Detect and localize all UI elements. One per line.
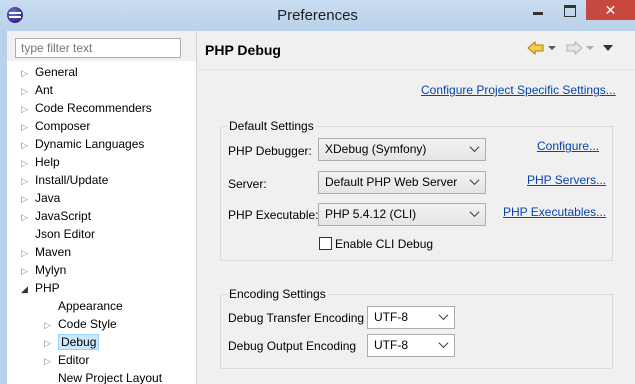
tree-item-new-project-layout[interactable]: New Project Layout bbox=[44, 369, 162, 384]
expand-icon[interactable]: ▷ bbox=[21, 64, 35, 82]
tree-item-help[interactable]: ▷ Help bbox=[21, 153, 60, 171]
expand-icon[interactable]: ▷ bbox=[21, 244, 35, 262]
expand-icon[interactable]: ▷ bbox=[21, 190, 35, 208]
configure-project-settings-link[interactable]: Configure Project Specific Settings... bbox=[421, 83, 616, 97]
back-arrow-icon[interactable] bbox=[527, 40, 545, 56]
expand-icon[interactable]: ▷ bbox=[21, 100, 35, 118]
chevron-down-icon bbox=[471, 178, 479, 186]
default-settings-title: Default Settings bbox=[227, 119, 316, 133]
expand-icon[interactable]: ▷ bbox=[44, 352, 58, 370]
encoding-settings-title: Encoding Settings bbox=[227, 287, 328, 301]
debug-transfer-encoding-value: UTF-8 bbox=[374, 310, 408, 324]
php-debugger-select[interactable]: XDebug (Symfony) bbox=[318, 138, 486, 161]
title-bar[interactable]: Preferences ✕ bbox=[0, 0, 635, 32]
tree-item-dynamic-languages[interactable]: ▷ Dynamic Languages bbox=[21, 135, 144, 153]
debug-output-encoding-value: UTF-8 bbox=[374, 338, 408, 352]
forward-arrow-icon[interactable] bbox=[565, 40, 583, 56]
enable-cli-debug-checkbox[interactable] bbox=[319, 237, 332, 250]
expand-icon[interactable]: ▷ bbox=[21, 82, 35, 100]
forward-history-dropdown-icon[interactable] bbox=[586, 46, 594, 50]
chevron-down-icon bbox=[471, 210, 479, 218]
collapse-icon[interactable]: ◢ bbox=[21, 280, 35, 298]
tree-item-debug[interactable]: ▷ Debug bbox=[44, 333, 100, 352]
php-executables-link[interactable]: PHP Executables... bbox=[503, 205, 606, 219]
page-title: PHP Debug bbox=[205, 42, 281, 58]
php-servers-link[interactable]: PHP Servers... bbox=[527, 173, 606, 187]
tree-item-composer[interactable]: ▷ Composer bbox=[21, 117, 90, 135]
expand-icon[interactable]: ▷ bbox=[21, 154, 35, 172]
pane-divider[interactable] bbox=[196, 31, 197, 384]
tree-item-maven[interactable]: ▷ Maven bbox=[21, 243, 71, 261]
configure-debugger-link[interactable]: Configure... bbox=[537, 139, 599, 153]
tree-item-php[interactable]: ◢ PHP bbox=[21, 279, 60, 297]
php-executable-value: PHP 5.4.12 (CLI) bbox=[325, 207, 417, 221]
debug-output-encoding-select[interactable]: UTF-8 bbox=[367, 334, 455, 357]
expand-icon[interactable]: ▷ bbox=[44, 334, 58, 352]
maximize-button[interactable] bbox=[556, 0, 584, 20]
chevron-down-icon bbox=[440, 341, 448, 349]
php-debugger-value: XDebug (Symfony) bbox=[325, 142, 427, 156]
preferences-tree[interactable]: ▷ General ▷ Ant ▷ Code Recommenders ▷ Compos… bbox=[7, 61, 196, 384]
header-separator bbox=[197, 69, 635, 70]
chevron-down-icon bbox=[440, 313, 448, 321]
expand-icon[interactable]: ▷ bbox=[21, 262, 35, 280]
server-label: Server: bbox=[228, 177, 267, 191]
tree-item-mylyn[interactable]: ▷ Mylyn bbox=[21, 261, 66, 279]
minimize-button[interactable] bbox=[524, 0, 554, 20]
expand-icon[interactable]: ▷ bbox=[21, 136, 35, 154]
tree-item-code-style[interactable]: ▷ Code Style bbox=[44, 315, 117, 333]
tree-item-javascript[interactable]: ▷ JavaScript bbox=[21, 207, 91, 225]
tree-item-general[interactable]: ▷ General bbox=[21, 63, 78, 81]
debug-transfer-encoding-label: Debug Transfer Encoding bbox=[228, 311, 365, 325]
preferences-dialog-body: ▷General ▷Ant ▷Code Recommenders ▷Compos… bbox=[7, 31, 635, 384]
debug-transfer-encoding-select[interactable]: UTF-8 bbox=[367, 306, 455, 329]
expand-icon[interactable]: ▷ bbox=[21, 118, 35, 136]
server-value: Default PHP Web Server bbox=[325, 175, 458, 189]
view-menu-icon[interactable] bbox=[603, 45, 613, 51]
expand-icon[interactable]: ▷ bbox=[44, 316, 58, 334]
tree-item-json-editor[interactable]: Json Editor bbox=[21, 225, 95, 243]
server-select[interactable]: Default PHP Web Server bbox=[318, 171, 486, 194]
enable-cli-debug-label[interactable]: Enable CLI Debug bbox=[335, 237, 433, 251]
expand-icon[interactable]: ▷ bbox=[21, 208, 35, 226]
tree-item-code-recommenders[interactable]: ▷ Code Recommenders bbox=[21, 99, 152, 117]
tree-item-ant[interactable]: ▷ Ant bbox=[21, 81, 53, 99]
close-button[interactable]: ✕ bbox=[586, 0, 635, 20]
chevron-down-icon bbox=[471, 145, 479, 153]
php-debugger-label: PHP Debugger: bbox=[228, 144, 312, 158]
php-executable-select[interactable]: PHP 5.4.12 (CLI) bbox=[318, 203, 486, 226]
tree-item-editor[interactable]: ▷ Editor bbox=[44, 351, 89, 369]
tree-item-appearance[interactable]: Appearance bbox=[44, 297, 123, 315]
back-history-dropdown-icon[interactable] bbox=[548, 46, 556, 50]
expand-icon[interactable]: ▷ bbox=[21, 172, 35, 190]
tree-item-java[interactable]: ▷ Java bbox=[21, 189, 60, 207]
php-executable-label: PHP Executable: bbox=[228, 208, 319, 222]
debug-output-encoding-label: Debug Output Encoding bbox=[228, 339, 357, 353]
filter-input[interactable] bbox=[15, 38, 181, 58]
tree-item-install-update[interactable]: ▷ Install/Update bbox=[21, 171, 108, 189]
